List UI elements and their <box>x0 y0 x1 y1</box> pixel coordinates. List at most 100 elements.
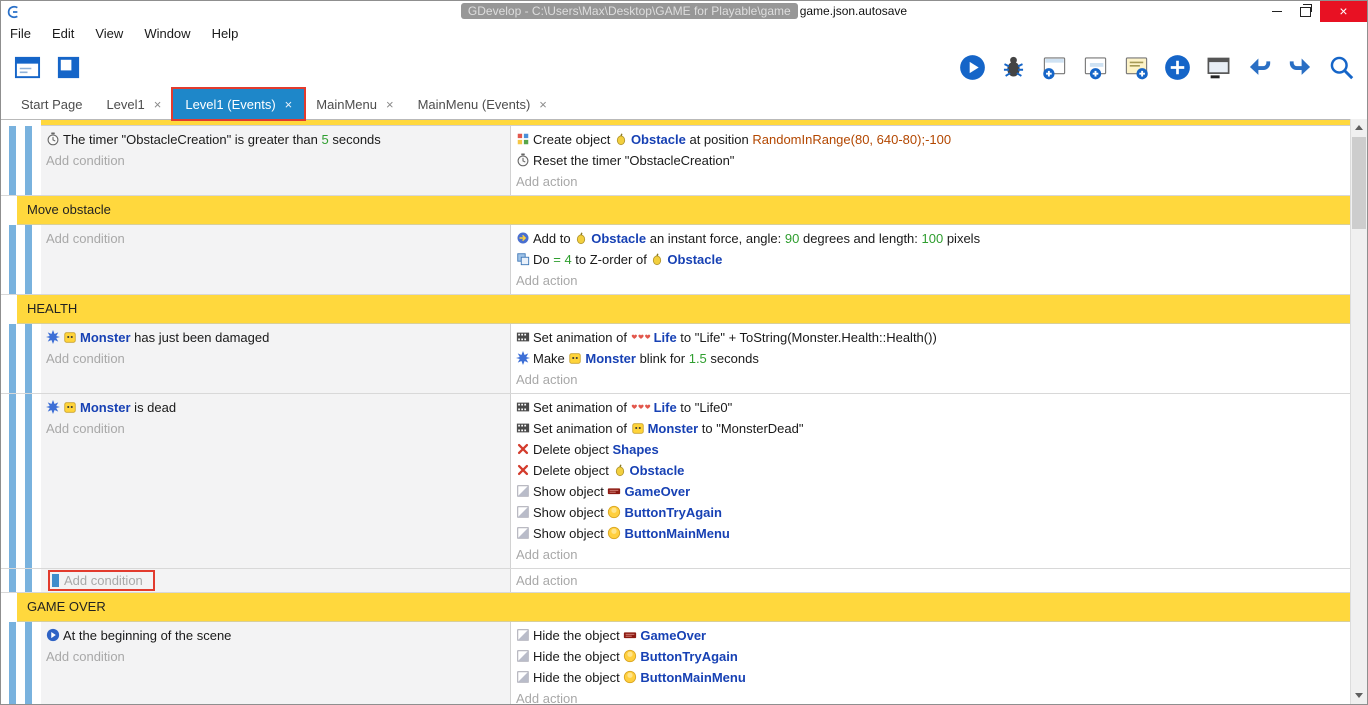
actions-cell[interactable]: Set animation of Life to "Life0"Set anim… <box>511 394 1350 568</box>
close-button[interactable]: × <box>1320 1 1367 22</box>
event-line[interactable]: Set animation of Life to "Life0" <box>511 397 1350 418</box>
conditions-cell[interactable]: At the beginning of the sceneAdd conditi… <box>41 622 511 704</box>
conditions-cell[interactable]: Monster is deadAdd condition <box>41 394 511 568</box>
add-action-link[interactable]: Add action <box>511 570 1350 591</box>
menu-edit[interactable]: Edit <box>52 26 74 41</box>
event-rail-outer[interactable] <box>9 569 16 592</box>
conditions-cell[interactable]: The timer "ObstacleCreation" is greater … <box>41 126 511 195</box>
event-line[interactable]: Show object ButtonTryAgain <box>511 502 1350 523</box>
event-rail-inner[interactable] <box>25 569 32 592</box>
visibility-icon <box>516 649 530 663</box>
event-line[interactable]: Make Monster blink for 1.5 seconds <box>511 348 1350 369</box>
event-rail-outer[interactable] <box>9 225 16 294</box>
event-line[interactable]: Reset the timer "ObstacleCreation" <box>511 150 1350 171</box>
event-group-header-move-obstacle[interactable]: Move obstacle <box>17 196 1350 225</box>
add-comment-button[interactable] <box>1120 51 1152 83</box>
restore-button[interactable] <box>1291 1 1320 22</box>
redo-button[interactable] <box>1284 51 1316 83</box>
add-more-button[interactable] <box>1161 51 1193 83</box>
tab-mainmenu-events[interactable]: MainMenu (Events)× <box>406 89 559 119</box>
conditions-cell[interactable]: Monster has just been damagedAdd conditi… <box>41 324 511 393</box>
add-condition-link[interactable]: Add condition <box>41 348 510 369</box>
add-condition-link[interactable]: Add condition <box>41 150 510 171</box>
window-toggle-button[interactable] <box>1202 51 1234 83</box>
add-event-button[interactable] <box>1038 51 1070 83</box>
add-action-link[interactable]: Add action <box>511 544 1350 565</box>
event-line[interactable]: At the beginning of the scene <box>41 625 510 646</box>
add-subevent-button[interactable] <box>1079 51 1111 83</box>
undo-button[interactable] <box>1243 51 1275 83</box>
scroll-up-button[interactable] <box>1351 119 1367 136</box>
add-action-link[interactable]: Add action <box>511 369 1350 390</box>
add-action-link[interactable]: Add action <box>511 688 1350 704</box>
event-line[interactable]: Monster is dead <box>41 397 510 418</box>
event-line[interactable]: Delete object Shapes <box>511 439 1350 460</box>
event-drag-rail[interactable] <box>1 225 41 294</box>
tab-close-icon[interactable]: × <box>154 97 162 112</box>
add-condition-link[interactable]: Add condition <box>41 646 510 667</box>
event-rail-inner[interactable] <box>25 394 32 568</box>
project-manager-button[interactable] <box>52 51 84 83</box>
actions-cell[interactable]: Hide the object GameOverHide the object … <box>511 622 1350 704</box>
event-line[interactable]: Set animation of Life to "Life" + ToStri… <box>511 327 1350 348</box>
menu-file[interactable]: File <box>10 26 31 41</box>
event-line[interactable]: Add to Obstacle an instant force, angle:… <box>511 228 1350 249</box>
conditions-cell[interactable]: Add condition <box>41 569 511 592</box>
event-line[interactable]: Show object GameOver <box>511 481 1350 502</box>
event-drag-rail[interactable] <box>1 394 41 568</box>
search-button[interactable] <box>1325 51 1357 83</box>
event-line[interactable]: Create object Obstacle at position Rando… <box>511 129 1350 150</box>
add-action-link[interactable]: Add action <box>511 171 1350 192</box>
tab-level1[interactable]: Level1× <box>94 89 173 119</box>
tab-level1-events[interactable]: Level1 (Events)× <box>173 89 304 119</box>
event-drag-rail[interactable] <box>1 324 41 393</box>
event-line[interactable]: Do = 4 to Z-order of Obstacle <box>511 249 1350 270</box>
event-rail-inner[interactable] <box>25 126 32 195</box>
actions-cell[interactable]: Add action <box>511 569 1350 592</box>
event-group-header-health[interactable]: HEALTH <box>17 295 1350 324</box>
tab-close-icon[interactable]: × <box>285 97 293 112</box>
event-rail-inner[interactable] <box>25 225 32 294</box>
tab-close-icon[interactable]: × <box>386 97 394 112</box>
event-rail-outer[interactable] <box>9 126 16 195</box>
add-condition-link[interactable]: Add condition <box>41 228 510 249</box>
event-rail-inner[interactable] <box>25 324 32 393</box>
actions-cell[interactable]: Add to Obstacle an instant force, angle:… <box>511 225 1350 294</box>
event-rail-outer[interactable] <box>9 622 16 704</box>
add-condition-link[interactable]: Add condition <box>41 570 510 591</box>
event-drag-rail[interactable] <box>1 126 41 195</box>
tab-start-page[interactable]: Start Page <box>9 89 94 119</box>
vertical-scrollbar[interactable] <box>1350 119 1367 704</box>
actions-cell[interactable]: Create object Obstacle at position Rando… <box>511 126 1350 195</box>
event-line[interactable]: Hide the object ButtonMainMenu <box>511 667 1350 688</box>
event-line[interactable]: Hide the object ButtonTryAgain <box>511 646 1350 667</box>
conditions-cell[interactable]: Add condition <box>41 225 511 294</box>
event-drag-rail[interactable] <box>1 569 41 592</box>
scroll-down-button[interactable] <box>1351 687 1367 704</box>
event-group-header-game-over[interactable]: GAME OVER <box>17 593 1350 622</box>
add-action-link[interactable]: Add action <box>511 270 1350 291</box>
open-project-button[interactable] <box>11 51 43 83</box>
event-rail-outer[interactable] <box>9 394 16 568</box>
play-button[interactable] <box>956 51 988 83</box>
menu-help[interactable]: Help <box>212 26 239 41</box>
menu-view[interactable]: View <box>95 26 123 41</box>
minimize-button[interactable] <box>1262 1 1291 22</box>
menu-window[interactable]: Window <box>144 26 190 41</box>
event-rail-inner[interactable] <box>25 622 32 704</box>
event-line[interactable]: Hide the object GameOver <box>511 625 1350 646</box>
event-line[interactable]: The timer "ObstacleCreation" is greater … <box>41 129 510 150</box>
tab-mainmenu[interactable]: MainMenu× <box>304 89 405 119</box>
debugger-button[interactable] <box>997 51 1029 83</box>
event-rail-outer[interactable] <box>9 324 16 393</box>
event-line[interactable]: Set animation of Monster to "MonsterDead… <box>511 418 1350 439</box>
actions-cell[interactable]: Set animation of Life to "Life" + ToStri… <box>511 324 1350 393</box>
add-condition-link[interactable]: Add condition <box>41 418 510 439</box>
scroll-thumb[interactable] <box>1352 137 1366 229</box>
event-line[interactable]: Show object ButtonMainMenu <box>511 523 1350 544</box>
event-drag-rail[interactable] <box>1 622 41 704</box>
event-line[interactable]: Delete object Obstacle <box>511 460 1350 481</box>
tab-close-icon[interactable]: × <box>539 97 547 112</box>
scroll-up-icon <box>1355 125 1363 130</box>
event-line[interactable]: Monster has just been damaged <box>41 327 510 348</box>
